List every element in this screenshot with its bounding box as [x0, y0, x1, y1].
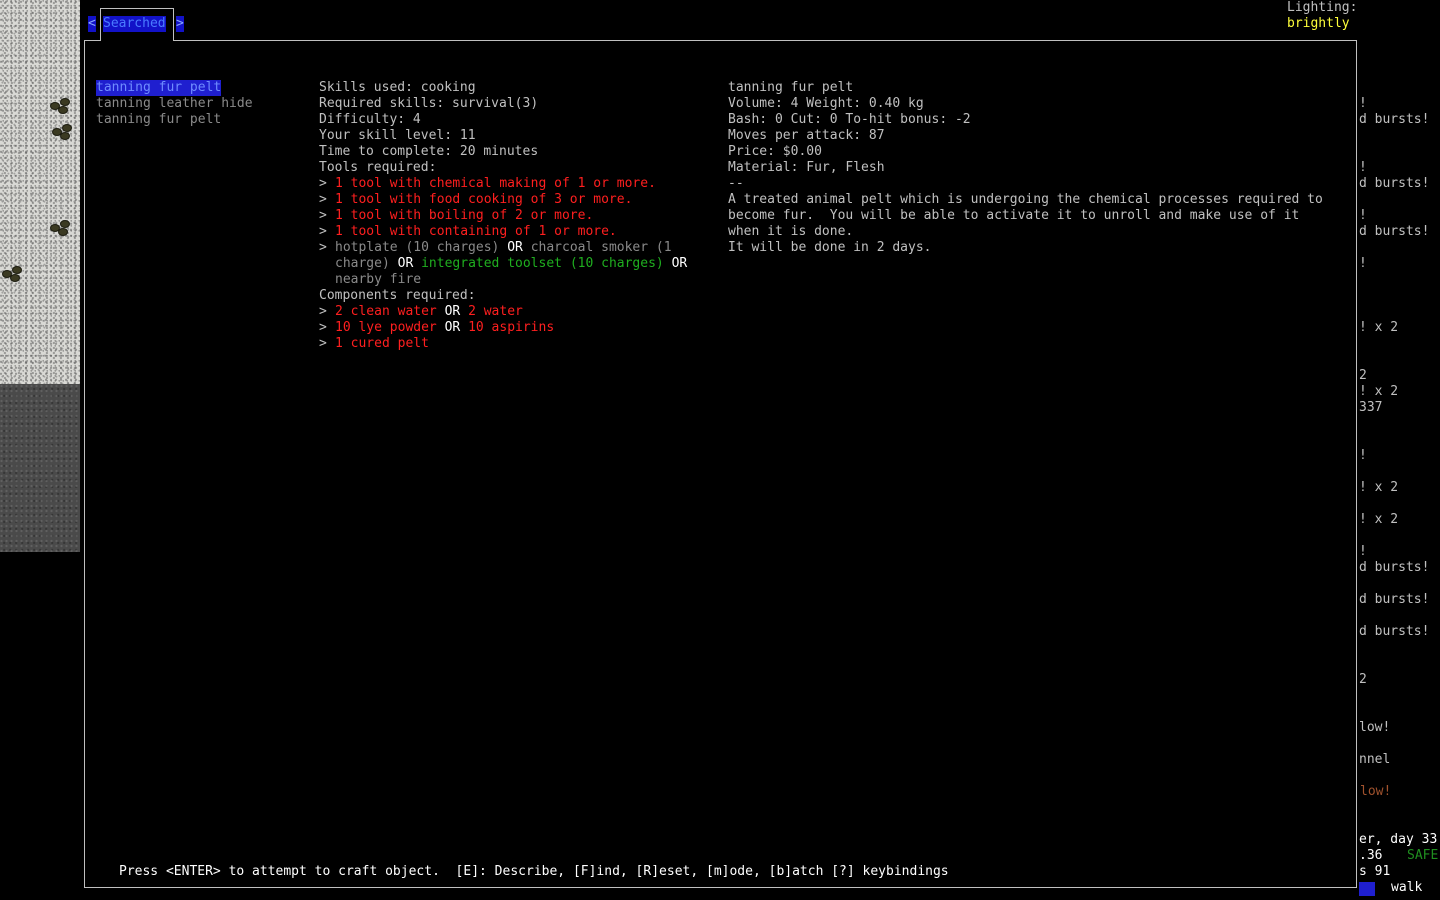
- item-separator: --: [728, 176, 744, 191]
- components-header: Components required:: [319, 288, 476, 303]
- log-line: !: [1359, 96, 1367, 111]
- recipe-item[interactable]: tanning fur pelt: [96, 112, 221, 128]
- stat-value: .36: [1359, 848, 1383, 863]
- tab-prev-button[interactable]: <: [88, 16, 96, 32]
- heat-source-line: nearby fire: [335, 272, 422, 287]
- component-requirement: 10 lye powder OR 10 aspirins: [335, 320, 555, 335]
- shrub-icon: [50, 220, 72, 236]
- log-line: d bursts!: [1359, 624, 1430, 639]
- tab-next-button[interactable]: >: [176, 16, 184, 32]
- bullet-icon: >: [319, 208, 327, 223]
- crafting-window-border: [84, 40, 1357, 888]
- log-line: d bursts!: [1359, 560, 1430, 575]
- log-line: d bursts!: [1359, 592, 1430, 607]
- stat-value: s 91: [1359, 864, 1391, 879]
- movement-mode-icon: [1359, 882, 1375, 896]
- tool-requirement: 1 tool with food cooking of 3 or more.: [335, 192, 633, 207]
- log-line: !: [1359, 448, 1367, 463]
- shrub-icon: [52, 124, 74, 140]
- log-line: ! x 2: [1359, 512, 1399, 527]
- movement-mode: walk: [1391, 880, 1423, 895]
- log-line: ! x 2: [1359, 384, 1399, 399]
- log-line: low!: [1359, 720, 1391, 735]
- log-line: d bursts!: [1359, 224, 1430, 239]
- item-description: A treated animal pelt which is undergoin…: [728, 192, 1323, 207]
- bullet-icon: >: [319, 240, 327, 255]
- map-terrain-ground: [0, 384, 80, 552]
- log-line: !: [1359, 256, 1367, 271]
- log-line: !: [1359, 160, 1367, 175]
- log-line: 337: [1359, 400, 1383, 415]
- item-description: when it is done.: [728, 224, 854, 239]
- required-skills: Required skills: survival(3): [319, 96, 539, 111]
- map-terrain-snow: [0, 0, 80, 384]
- item-price: Price: $0.00: [728, 144, 822, 159]
- safe-mode-indicator: SAFE: [1407, 848, 1439, 863]
- skills-used: Skills used: cooking: [319, 80, 476, 95]
- tab-searched[interactable]: Searched: [103, 16, 166, 32]
- item-bash: Bash: 0 Cut: 0 To-hit bonus: -2: [728, 112, 971, 127]
- date-display: er, day 33: [1359, 832, 1438, 847]
- log-line: !: [1359, 208, 1367, 223]
- tool-requirement: 1 tool with containing of 1 or more.: [335, 224, 617, 239]
- skill-level: Your skill level: 11: [319, 128, 476, 143]
- difficulty: Difficulty: 4: [319, 112, 421, 127]
- log-line: low!: [1360, 784, 1392, 799]
- item-name: tanning fur pelt: [728, 80, 854, 95]
- log-line: 2: [1359, 672, 1367, 687]
- tools-header: Tools required:: [319, 160, 437, 175]
- lighting-value: brightly: [1287, 16, 1350, 31]
- component-requirement: 1 cured pelt: [335, 336, 429, 351]
- item-volume: Volume: 4 Weight: 0.40 kg: [728, 96, 924, 111]
- log-line: ! x 2: [1359, 480, 1399, 495]
- log-line: 2: [1359, 368, 1367, 383]
- bullet-icon: >: [319, 320, 327, 335]
- bullet-icon: >: [319, 192, 327, 207]
- log-line: d bursts!: [1359, 112, 1430, 127]
- item-description: It will be done in 2 days.: [728, 240, 932, 255]
- log-line: d bursts!: [1359, 176, 1430, 191]
- bullet-icon: >: [319, 176, 327, 191]
- keybinding-hint: Press <ENTER> to attempt to craft object…: [119, 864, 949, 879]
- component-requirement: 2 clean water OR 2 water: [335, 304, 523, 319]
- heat-source-line: hotplate (10 charges) OR charcoal smoker…: [335, 240, 672, 255]
- log-line: ! x 2: [1359, 320, 1399, 335]
- lighting-label: Lighting:: [1287, 0, 1358, 15]
- recipe-item[interactable]: tanning leather hide: [96, 96, 253, 112]
- item-description: become fur. You will be able to activate…: [728, 208, 1300, 223]
- log-line: !: [1359, 544, 1367, 559]
- log-line: nnel: [1359, 752, 1391, 767]
- item-moves: Moves per attack: 87: [728, 128, 885, 143]
- item-material: Material: Fur, Flesh: [728, 160, 885, 175]
- recipe-item-selected[interactable]: tanning fur pelt: [96, 80, 222, 96]
- bullet-icon: >: [319, 336, 327, 351]
- tool-requirement: 1 tool with boiling of 2 or more.: [335, 208, 594, 223]
- heat-source-line: charge) OR integrated toolset (10 charge…: [335, 256, 688, 271]
- bullet-icon: >: [319, 304, 327, 319]
- time-to-complete: Time to complete: 20 minutes: [319, 144, 539, 159]
- bullet-icon: >: [319, 224, 327, 239]
- shrub-icon: [50, 98, 72, 114]
- tool-requirement: 1 tool with chemical making of 1 or more…: [335, 176, 656, 191]
- shrub-icon: [2, 266, 24, 282]
